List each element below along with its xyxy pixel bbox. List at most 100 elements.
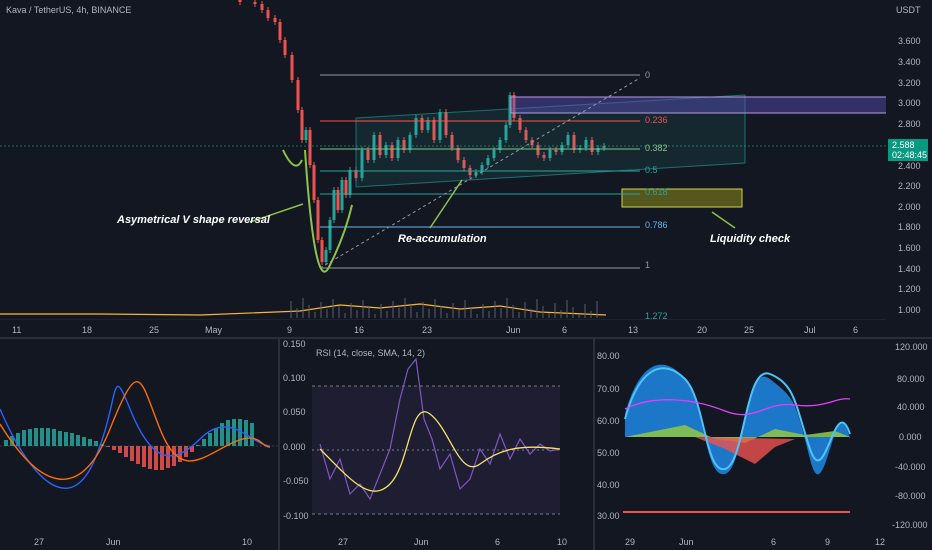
oscillator-canvas[interactable]: [595, 339, 932, 550]
rsi-tick: -0.050: [283, 476, 309, 486]
osc-right-tick: -120.000: [892, 520, 928, 530]
time-tick: Jul: [804, 325, 816, 335]
macd-histogram-bar: [208, 433, 212, 446]
macd-histogram-bar: [166, 446, 170, 468]
time-tick: 11: [12, 325, 22, 335]
price-tick: 2.200: [898, 181, 921, 191]
candle-body: [340, 180, 344, 210]
candle-body: [278, 22, 282, 40]
rsi-title[interactable]: RSI (14, close, SMA, 14, 2): [316, 348, 425, 358]
volume-bar: [434, 299, 436, 318]
candle-body: [260, 4, 264, 10]
macd-histogram-bar: [28, 429, 32, 446]
main-chart-pane[interactable]: [0, 0, 886, 320]
annotation-liquidity[interactable]: Liquidity check: [710, 233, 790, 245]
volume-bar: [488, 311, 490, 318]
volume-bar: [428, 309, 430, 318]
fib-label-05: 0.5: [645, 165, 658, 175]
macd-histogram-bar: [112, 446, 116, 450]
currency-label: USDT: [896, 5, 921, 15]
main-chart-canvas[interactable]: [0, 0, 886, 320]
candle-body: [344, 180, 348, 195]
volume-bar: [386, 311, 388, 318]
candle-body: [348, 170, 352, 195]
macd-pane[interactable]: 27 Jun 10: [0, 339, 278, 550]
rsi-tick: 0.050: [283, 407, 306, 417]
macd-histogram-bar: [82, 437, 86, 446]
fib-label-0382: 0.382: [645, 143, 668, 153]
volume-bar: [458, 310, 460, 318]
price-tick: 2.800: [898, 119, 921, 129]
time-tick: 16: [354, 325, 365, 335]
volume-bar: [536, 299, 538, 318]
volume-bar: [590, 311, 592, 318]
volume-bar: [476, 314, 478, 318]
rsi-tick: 0.100: [283, 373, 306, 383]
candle-body: [336, 190, 340, 210]
fib-label-0236: 0.236: [645, 115, 668, 125]
volume-bar: [332, 299, 334, 318]
time-tick: 13: [628, 325, 639, 335]
macd-histogram-bar: [76, 435, 80, 446]
macd-histogram-bar: [34, 428, 38, 446]
macd-canvas[interactable]: [0, 339, 278, 550]
rsi-canvas[interactable]: [280, 339, 593, 550]
volume-bar: [596, 301, 598, 318]
macd-histogram-bar: [88, 439, 92, 446]
volume-bar: [344, 313, 346, 318]
volume-bar: [482, 304, 484, 318]
last-price-tag: 2.588 02:48:45: [888, 139, 928, 161]
volume-bar: [392, 301, 394, 318]
time-tick: 25: [744, 325, 755, 335]
macd-histogram-bar: [58, 431, 62, 446]
macd-histogram-bar: [70, 433, 74, 446]
macd-histogram-bar: [4, 440, 8, 446]
fib-label-0: 0: [645, 70, 651, 80]
rsi-pane[interactable]: RSI (14, close, SMA, 14, 2) 0.150 0.100 …: [280, 339, 593, 550]
time-tick: 27: [338, 537, 349, 547]
supply-zone: [510, 96, 886, 114]
macd-histogram-bar: [148, 446, 152, 469]
annotation-reaccumulation[interactable]: Re-accumulation: [398, 233, 487, 245]
volume-bar: [542, 306, 544, 318]
osc-left-tick: 40.00: [597, 480, 620, 490]
volume-bar: [554, 303, 556, 318]
volume-bar: [404, 298, 406, 318]
oscillator-pane[interactable]: 80.00 70.00 60.00 50.00 40.00 30.00 120.…: [595, 339, 932, 550]
volume-bar: [308, 305, 310, 318]
volume-bar: [326, 309, 328, 318]
price-tick: 1.400: [898, 264, 921, 274]
price-tick: 1.600: [898, 243, 921, 253]
annotation-v-shape[interactable]: Asymetrical V shape reversal: [117, 214, 270, 226]
liquidity-zone: [621, 188, 743, 208]
osc-left-tick: 50.00: [597, 448, 620, 458]
price-tick: 1.800: [898, 222, 921, 232]
candle-body: [283, 40, 287, 55]
volume-bar: [446, 313, 448, 318]
volume-bar: [410, 305, 412, 318]
volume-bar: [416, 312, 418, 318]
time-tick: 20: [697, 325, 708, 335]
candle-body: [320, 240, 324, 262]
macd-histogram-bar: [142, 446, 146, 467]
osc-left-tick: 30.00: [597, 511, 620, 521]
fib-label-1272: 1.272: [645, 311, 668, 321]
volume-bar: [380, 304, 382, 318]
candle-body: [316, 200, 320, 240]
volume-bar: [296, 308, 298, 318]
volume-bar: [398, 308, 400, 318]
volume-bar: [368, 307, 370, 318]
time-tick: 23: [422, 325, 433, 335]
time-tick: 6: [562, 325, 568, 335]
candle-body: [324, 250, 328, 262]
symbol-title[interactable]: Kava / TetherUS, 4h, BINANCE: [6, 5, 131, 15]
time-tick: 9: [287, 325, 293, 335]
osc-right-tick: 80.000: [897, 374, 925, 384]
volume-bar: [530, 309, 532, 318]
macd-histogram-bar: [250, 423, 254, 446]
rsi-tick: 0.150: [283, 339, 306, 349]
volume-bar: [518, 312, 520, 318]
volume-bar: [572, 307, 574, 318]
volume-bar: [440, 306, 442, 318]
volume-bar: [470, 307, 472, 318]
